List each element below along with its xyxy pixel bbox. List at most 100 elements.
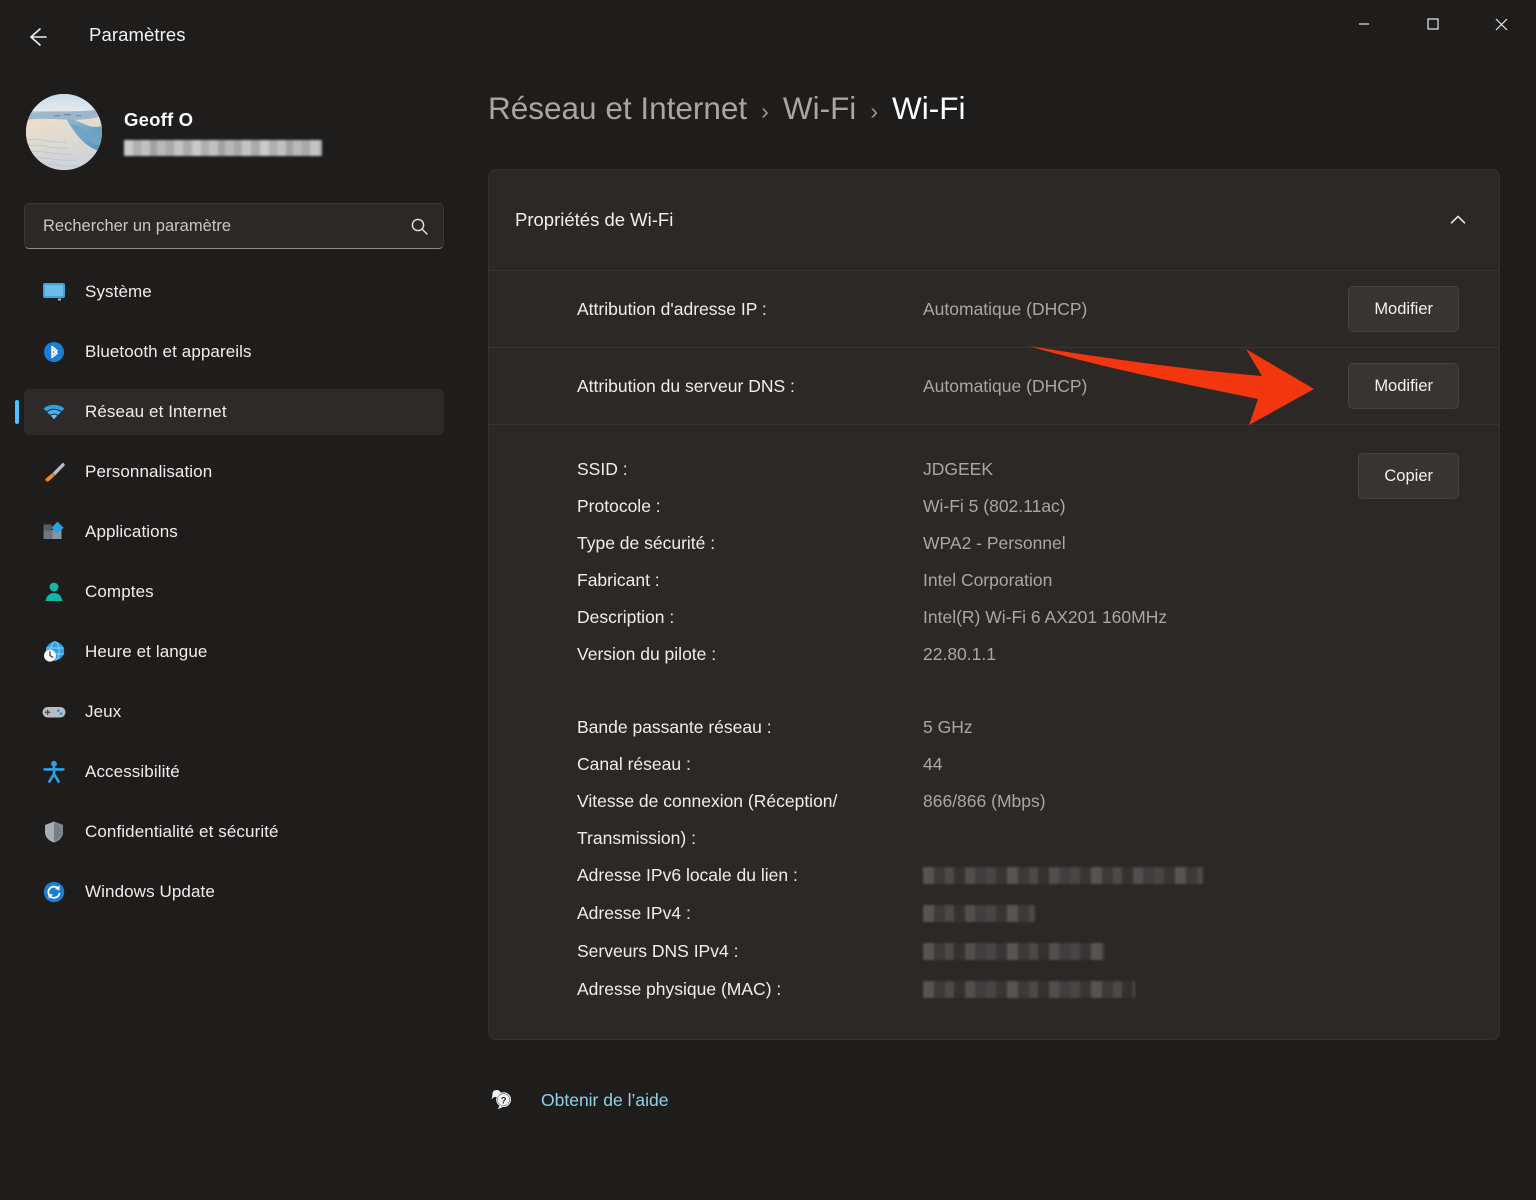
detail-label: SSID : (577, 459, 628, 479)
maximize-button[interactable] (1398, 0, 1467, 48)
breadcrumb-item-wifi[interactable]: Wi-Fi (783, 90, 856, 127)
close-button[interactable] (1467, 0, 1536, 48)
detail-label: Adresse physique (MAC) : (577, 979, 782, 999)
sidebar-item-label: Heure et langue (85, 642, 208, 661)
paintbrush-icon (41, 459, 75, 485)
sidebar-item-heure-et-langue[interactable]: Heure et langue (24, 629, 444, 675)
copy-button[interactable]: Copier (1358, 453, 1459, 499)
breadcrumb-separator: › (761, 98, 769, 124)
redaction-block (923, 905, 1035, 922)
detail-label: Description : (577, 607, 675, 627)
avatar-dune-image (26, 94, 102, 170)
ip-assignment-label: Attribution d'adresse IP : (577, 298, 767, 319)
profile-email-redacted (124, 139, 322, 156)
dns-assignment-edit-button[interactable]: Modifier (1348, 363, 1459, 409)
minimize-icon (1358, 23, 1369, 25)
sidebar-item-systeme[interactable]: Système (24, 269, 444, 315)
settings-window: Paramètres Geoff O Rechercher un paramèt… (0, 0, 1536, 1200)
sidebar-item-reseau-et-internet[interactable]: Réseau et Internet (15, 389, 444, 435)
redaction-block (923, 867, 1203, 884)
breadcrumb-item-network[interactable]: Réseau et Internet (488, 90, 747, 127)
sidebar-item-label: Réseau et Internet (85, 402, 227, 421)
sidebar-item-windows-update[interactable]: Windows Update (24, 869, 444, 915)
sidebar-item-accessibilite[interactable]: Accessibilité (24, 749, 444, 795)
sidebar-item-label: Confidentialité et sécurité (85, 822, 279, 841)
monitor-icon (41, 279, 75, 305)
detail-label: Version du pilote : (577, 644, 717, 664)
sidebar-item-confidentialite-et-securite[interactable]: Confidentialité et sécurité (24, 809, 444, 855)
sidebar-item-personnalisation[interactable]: Personnalisation (24, 449, 444, 495)
accessibility-person-icon (41, 759, 75, 785)
dns-assignment-label: Attribution du serveur DNS : (577, 375, 795, 396)
search-box[interactable] (24, 203, 444, 249)
breadcrumb-item-current: Wi-Fi (891, 90, 966, 126)
sidebar-item-label: Jeux (85, 702, 122, 721)
detail-value: 22.80.1.1 (923, 644, 996, 664)
details-group-primary: SSID : JDGEEK Protocole : Wi-Fi 5 (802.1… (577, 451, 1358, 673)
maximize-icon (1426, 18, 1439, 30)
wifi-icon (41, 399, 75, 425)
ip-assignment-row: Attribution d'adresse IP : Automatique (… (489, 270, 1499, 347)
card-header-toggle[interactable]: Propriétés de Wi-Fi (489, 170, 1499, 270)
sidebar-nav: Système Bluetooth et appareils Réseau et… (15, 269, 444, 915)
wifi-properties-card: Propriétés de Wi-Fi Attribution d'adress… (488, 169, 1500, 1040)
detail-label: Vitesse de connexion (Réception/ Transmi… (577, 791, 838, 848)
detail-label: Canal réseau : (577, 754, 691, 774)
shield-icon (41, 819, 75, 845)
get-help-link[interactable]: ? Obtenir de l’aide (488, 1086, 668, 1114)
profile-name: Geoff O (124, 108, 194, 130)
detail-value: Intel(R) Wi-Fi 6 AX201 160MHz (923, 607, 1168, 627)
person-icon (41, 579, 75, 605)
detail-label: Bande passante réseau : (577, 717, 772, 737)
ip-assignment-value: Automatique (DHCP) (923, 298, 1088, 319)
window-controls (1329, 0, 1536, 48)
breadcrumb-separator: › (870, 98, 878, 124)
title-bar: Paramètres (0, 0, 1536, 72)
detail-label: Serveurs DNS IPv4 : (577, 941, 739, 961)
dns-assignment-value: Automatique (DHCP) (923, 375, 1088, 396)
detail-value: Wi-Fi 5 (802.11ac) (923, 496, 1066, 516)
close-icon (1495, 18, 1508, 30)
sidebar-item-jeux[interactable]: Jeux (24, 689, 444, 735)
ip-assignment-edit-button[interactable]: Modifier (1348, 286, 1459, 332)
detail-label: Type de sécurité : (577, 533, 716, 553)
detail-value: WPA2 - Personnel (923, 533, 1066, 553)
wifi-details-section: SSID : JDGEEK Protocole : Wi-Fi 5 (802.1… (489, 424, 1499, 1039)
detail-label: Adresse IPv4 : (577, 903, 691, 923)
sidebar-item-label: Système (85, 282, 152, 301)
avatar (26, 94, 102, 170)
sidebar-item-comptes[interactable]: Comptes (24, 569, 444, 615)
detail-value: 866/866 (Mbps) (923, 791, 1046, 811)
detail-value-redacted (923, 933, 1358, 971)
user-profile[interactable]: Geoff O (24, 84, 444, 180)
sidebar: Geoff O Rechercher un paramètre Système … (0, 72, 470, 1200)
svg-text:?: ? (501, 1095, 507, 1106)
details-group-secondary: Bande passante réseau : 5 GHz Canal rése… (577, 709, 1358, 1009)
detail-value: Intel Corporation (923, 570, 1053, 590)
apps-icon (41, 519, 75, 545)
back-arrow-icon (30, 28, 47, 46)
sidebar-item-bluetooth-et-appareils[interactable]: Bluetooth et appareils (24, 329, 444, 375)
bluetooth-icon (41, 339, 75, 365)
detail-value: JDGEEK (923, 459, 994, 479)
back-button[interactable] (14, 14, 60, 60)
detail-label: Protocole : (577, 496, 661, 516)
detail-value-redacted (923, 971, 1358, 1009)
search-icon (411, 218, 428, 235)
update-refresh-icon (41, 879, 75, 905)
redaction-block (923, 943, 1105, 960)
get-help-label: Obtenir de l’aide (541, 1089, 669, 1110)
sidebar-item-label: Bluetooth et appareils (85, 342, 252, 361)
help-question-bubble-icon: ? (488, 1086, 522, 1114)
search-input[interactable] (43, 216, 410, 236)
detail-value: 44 (923, 754, 943, 774)
sidebar-item-label: Applications (85, 522, 178, 541)
chevron-up-icon[interactable] (1447, 209, 1469, 231)
sidebar-item-label: Comptes (85, 582, 154, 601)
sidebar-item-label: Personnalisation (85, 462, 213, 481)
detail-label: Fabricant : (577, 570, 660, 590)
clock-globe-icon (41, 639, 75, 665)
sidebar-item-applications[interactable]: Applications (24, 509, 444, 555)
minimize-button[interactable] (1329, 0, 1398, 48)
sidebar-item-label: Windows Update (85, 882, 215, 901)
